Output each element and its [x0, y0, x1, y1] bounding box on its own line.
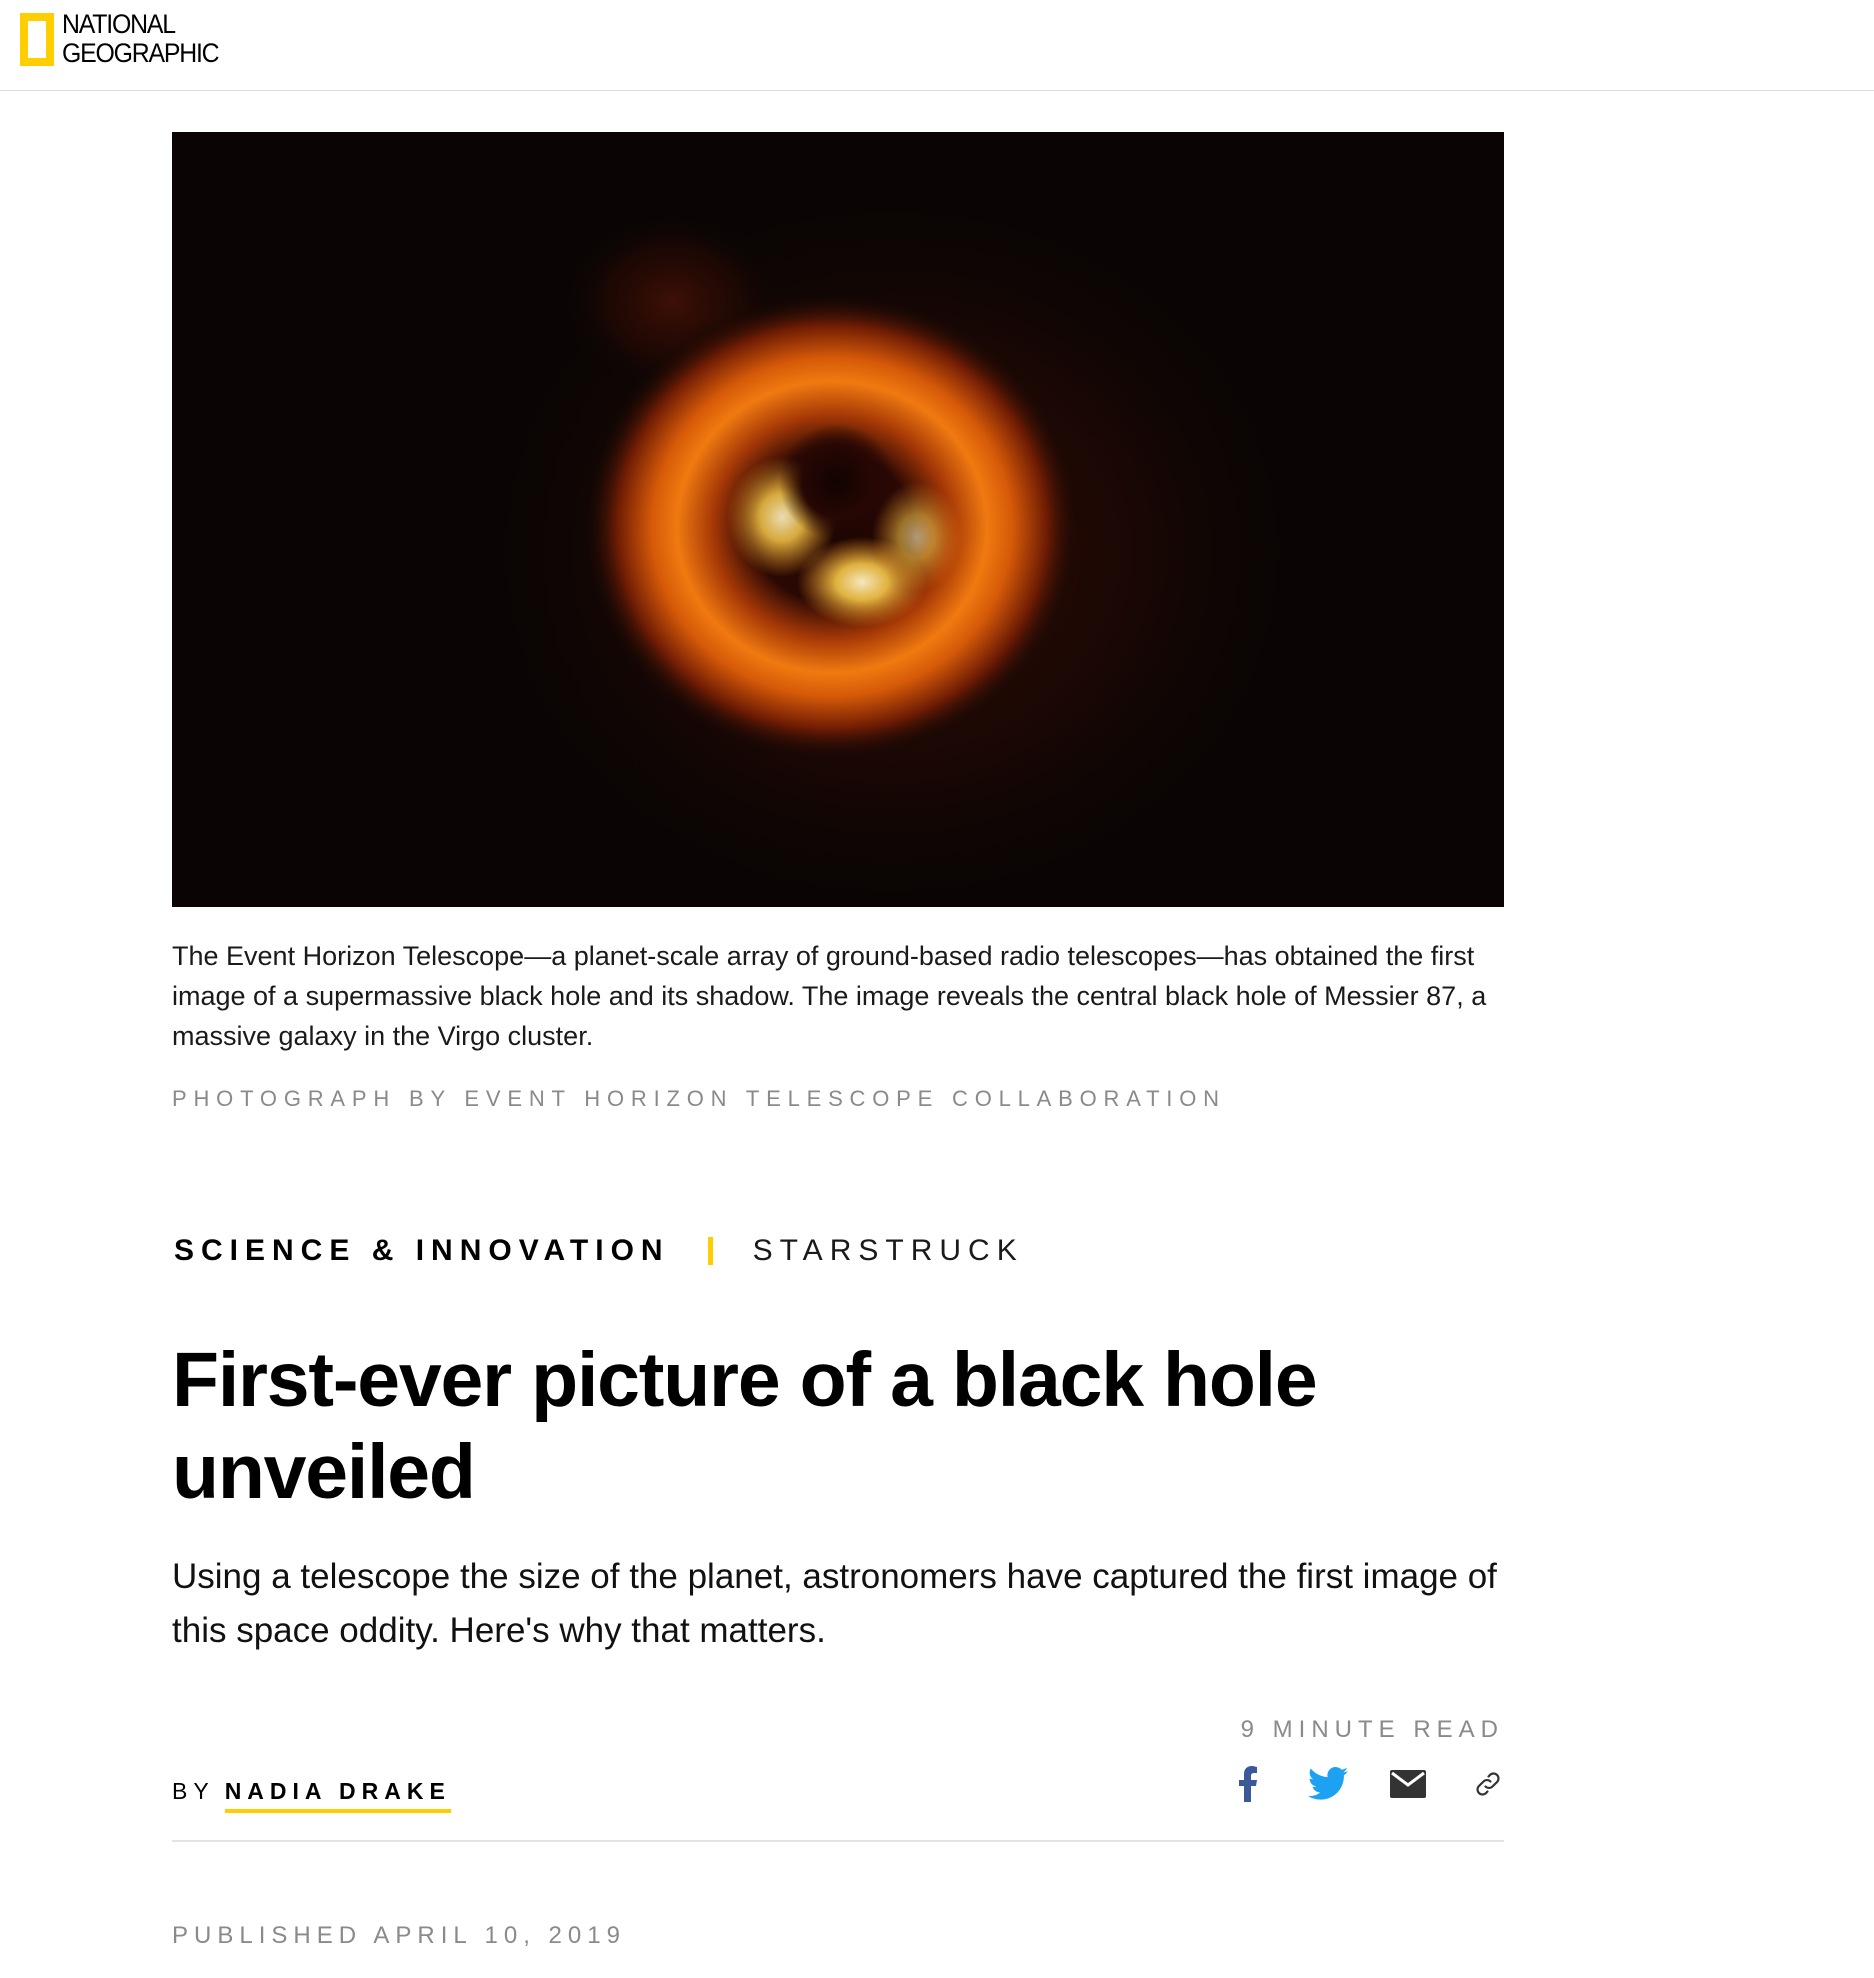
article-headline: First-ever picture of a black hole unvei… [172, 1337, 1318, 1515]
logo-line-1: NATIONAL [62, 9, 176, 39]
link-icon[interactable] [1466, 1762, 1510, 1806]
read-time: 9 MINUTE READ [1240, 1716, 1504, 1743]
byline: BY NADIA DRAKE [172, 1778, 451, 1813]
email-icon[interactable] [1386, 1762, 1430, 1806]
share-bar [1226, 1762, 1510, 1806]
published-date: PUBLISHED APRIL 10, 2019 [172, 1922, 626, 1949]
article-kicker: SCIENCE & INNOVATION STARSTRUCK [174, 1234, 1024, 1268]
national-geographic-logo[interactable]: NATIONAL GEOGRAPHIC [20, 10, 232, 68]
logo-line-2: GEOGRAPHIC [62, 38, 220, 68]
facebook-icon[interactable] [1226, 1762, 1270, 1806]
image-caption: The Event Horizon Telescope—a planet-sca… [172, 941, 1487, 1051]
twitter-icon[interactable] [1306, 1762, 1350, 1806]
photo-credit: PHOTOGRAPH BY EVENT HORIZON TELESCOPE CO… [172, 1086, 1226, 1111]
series-link[interactable]: STARSTRUCK [753, 1234, 1024, 1268]
byline-prefix: BY [172, 1778, 215, 1804]
black-hole-image [172, 132, 1504, 907]
article-dek: Using a telescope the size of the planet… [172, 1557, 1497, 1650]
site-header: NATIONAL GEOGRAPHIC [0, 0, 1874, 91]
kicker-divider [707, 1237, 713, 1265]
divider-rule [172, 1840, 1504, 1842]
author-link[interactable]: NADIA DRAKE [224, 1778, 451, 1813]
yellow-border-icon [20, 12, 54, 66]
section-link[interactable]: SCIENCE & INNOVATION [174, 1234, 670, 1268]
hero-image [172, 132, 1504, 907]
logo-wordmark: NATIONAL GEOGRAPHIC [62, 9, 220, 68]
